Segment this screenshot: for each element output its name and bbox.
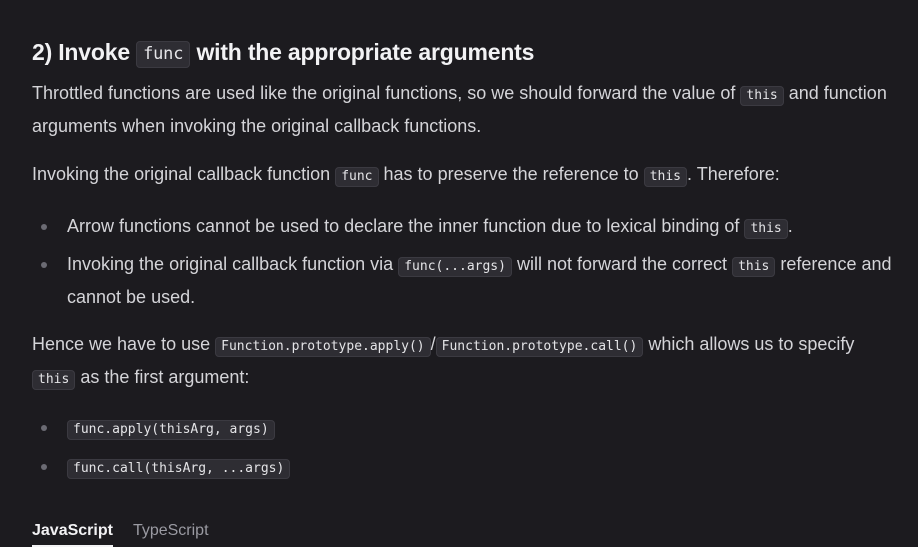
bullet-icon [41,224,47,230]
inline-code-func-args: func(...args) [398,257,512,277]
para2-text-2: has to preserve the reference to [383,164,639,184]
inline-code-call: Function.prototype.call() [435,337,644,357]
language-tabs: JavaScript TypeScript [32,520,209,547]
para3-text-3: as the first argument: [80,367,250,387]
inline-code-func: func [335,167,379,187]
list1-item2-text-1: Invoking the original callback function … [67,254,394,274]
para3-separator: / [430,334,436,354]
list1-item1-text-2: . [787,216,793,236]
heading-suffix: with the appropriate arguments [196,39,535,65]
tab-javascript[interactable]: JavaScript [32,520,113,547]
method-list: func.apply(thisArg, args) func.call(this… [32,412,902,484]
para3-text-2: which allows us to specify [648,334,855,354]
para3-text-1: Hence we have to use [32,334,211,354]
inline-code-this: this [744,219,788,239]
inline-code-this: this [32,370,76,390]
list-item: func.apply(thisArg, args) [32,412,902,445]
paragraph-throttled: Throttled functions are used like the or… [32,78,902,142]
list-item: Arrow functions cannot be used to declar… [32,211,902,244]
list1-item2-text-2: will not forward the correct [516,254,728,274]
bullet-icon [41,464,47,470]
para1-text-1: Throttled functions are used like the or… [32,83,736,103]
paragraph-invoking: Invoking the original callback function … [32,159,902,192]
inline-code-this: this [732,257,776,277]
list1-item1-text-1: Arrow functions cannot be used to declar… [67,216,740,236]
list-item: func.call(thisArg, ...args) [32,451,902,484]
constraints-list: Arrow functions cannot be used to declar… [32,211,902,313]
section-heading: 2) Invoke func with the appropriate argu… [32,37,534,70]
paragraph-hence: Hence we have to use Function.prototype.… [32,329,902,395]
inline-code-this: this [740,86,784,106]
bullet-icon [41,262,47,268]
inline-code-apply: Function.prototype.apply() [215,337,431,357]
tab-typescript[interactable]: TypeScript [133,520,209,547]
bullet-icon [41,425,47,431]
inline-code-this: this [643,167,688,187]
heading-code-func: func [136,41,191,68]
code-func-call: func.call(thisArg, ...args) [67,459,291,479]
list-item: Invoking the original callback function … [32,249,902,313]
heading-prefix: 2) Invoke [32,39,130,65]
para2-text-3: . Therefore: [687,164,780,184]
para2-text-1: Invoking the original callback function [32,164,331,184]
code-func-apply: func.apply(thisArg, args) [67,420,275,440]
